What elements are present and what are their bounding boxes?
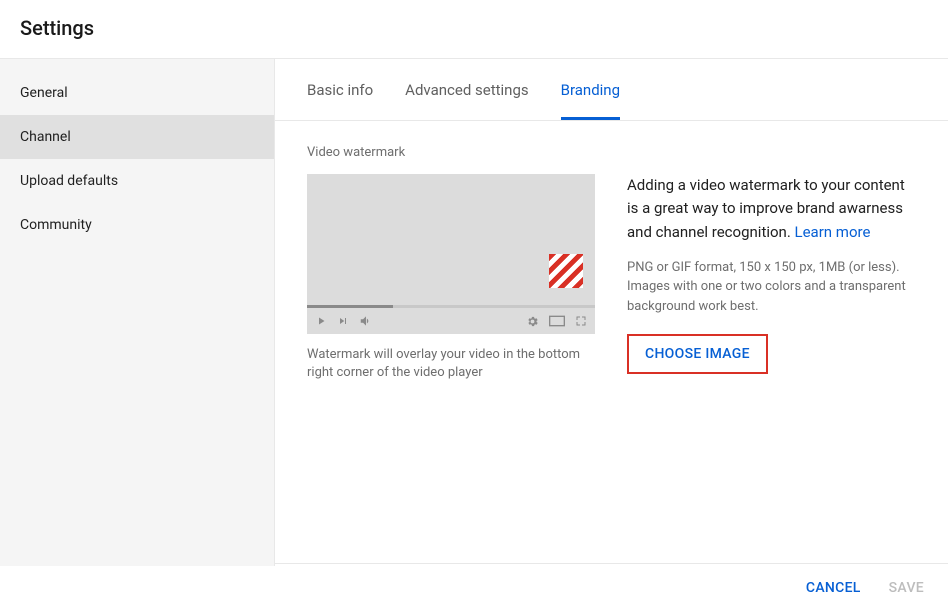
watermark-description: Adding a video watermark to your content… bbox=[627, 174, 916, 244]
tab-basic-info[interactable]: Basic info bbox=[307, 59, 373, 120]
section-label: Video watermark bbox=[307, 145, 916, 160]
branding-content: Video watermark bbox=[275, 121, 948, 406]
tab-label: Branding bbox=[561, 81, 620, 99]
skip-next-icon[interactable] bbox=[337, 315, 349, 327]
watermark-row: Watermark will overlay your video in the… bbox=[307, 174, 916, 382]
tab-label: Advanced settings bbox=[405, 81, 528, 99]
theater-mode-icon[interactable] bbox=[549, 315, 565, 327]
sidebar-item-label: Channel bbox=[20, 129, 71, 145]
preview-caption: Watermark will overlay your video in the… bbox=[307, 346, 595, 382]
video-player-preview bbox=[307, 174, 595, 334]
settings-sidebar: General Channel Upload defaults Communit… bbox=[0, 59, 275, 566]
tab-advanced-settings[interactable]: Advanced settings bbox=[405, 59, 528, 120]
sidebar-item-upload-defaults[interactable]: Upload defaults bbox=[0, 159, 274, 203]
page-title: Settings bbox=[20, 16, 928, 40]
volume-icon[interactable] bbox=[359, 314, 373, 328]
tab-branding[interactable]: Branding bbox=[561, 59, 620, 120]
main-panel: Basic info Advanced settings Branding Vi… bbox=[275, 59, 948, 566]
sidebar-item-community[interactable]: Community bbox=[0, 203, 274, 247]
save-button: SAVE bbox=[889, 580, 924, 596]
player-controls bbox=[307, 308, 595, 334]
play-icon[interactable] bbox=[315, 315, 327, 327]
gear-icon[interactable] bbox=[526, 315, 539, 328]
format-hint: PNG or GIF format, 150 x 150 px, 1MB (or… bbox=[627, 258, 916, 317]
sidebar-item-general[interactable]: General bbox=[0, 71, 274, 115]
cancel-button[interactable]: CANCEL bbox=[806, 580, 861, 596]
sidebar-item-label: Upload defaults bbox=[20, 173, 118, 189]
description-column: Adding a video watermark to your content… bbox=[627, 174, 916, 374]
dialog-body: General Channel Upload defaults Communit… bbox=[0, 59, 948, 566]
sidebar-item-label: General bbox=[20, 85, 68, 101]
sidebar-item-channel[interactable]: Channel bbox=[0, 115, 274, 159]
dialog-footer: CANCEL SAVE bbox=[275, 563, 948, 611]
learn-more-link[interactable]: Learn more bbox=[795, 223, 871, 241]
tab-label: Basic info bbox=[307, 81, 373, 99]
dialog-header: Settings bbox=[0, 0, 948, 59]
fullscreen-icon[interactable] bbox=[575, 315, 587, 327]
preview-column: Watermark will overlay your video in the… bbox=[307, 174, 595, 382]
watermark-swatch bbox=[549, 254, 583, 288]
sidebar-item-label: Community bbox=[20, 217, 92, 233]
tab-bar: Basic info Advanced settings Branding bbox=[275, 59, 948, 121]
choose-image-button[interactable]: CHOOSE IMAGE bbox=[627, 334, 768, 374]
